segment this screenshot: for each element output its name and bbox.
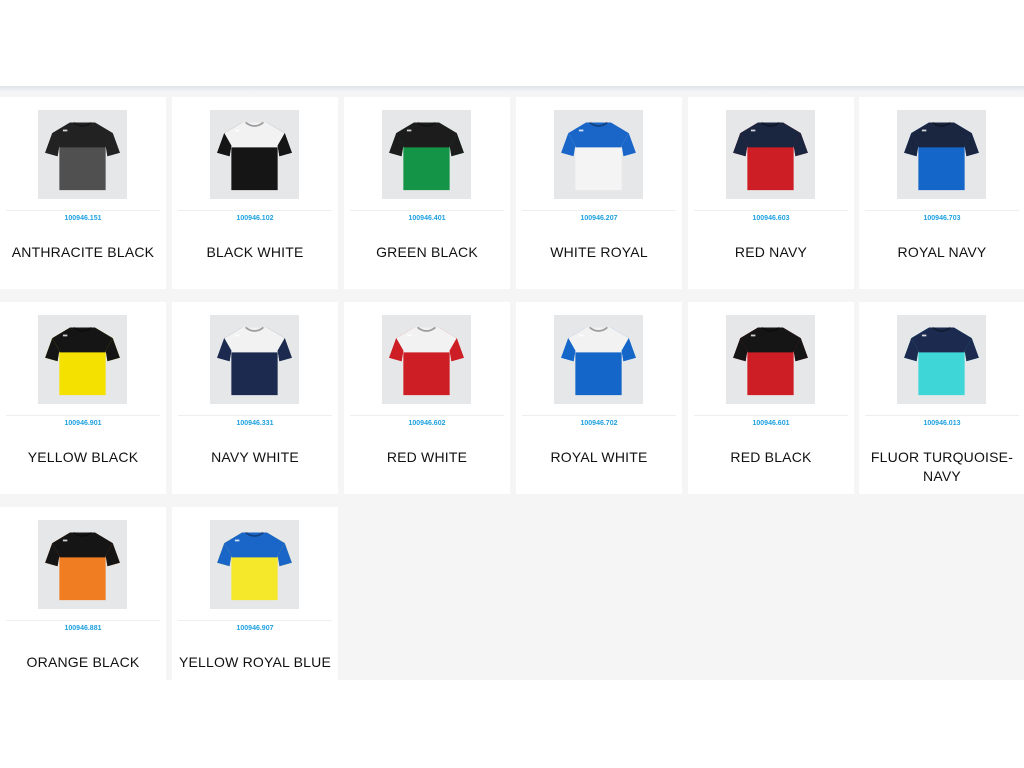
product-card[interactable]: 100946.401 GREEN BLACK (344, 97, 510, 289)
product-image[interactable] (554, 315, 643, 404)
product-color-name: BLACK WHITE (206, 244, 304, 260)
product-color-name: NAVY WHITE (211, 449, 299, 465)
product-code[interactable]: 100946.401 (344, 215, 510, 222)
product-code[interactable]: 100946.907 (172, 625, 338, 632)
product-code[interactable]: 100946.702 (516, 420, 682, 427)
page-footer (0, 680, 1024, 768)
product-code[interactable]: 100946.601 (688, 420, 854, 427)
product-image[interactable] (38, 110, 127, 199)
product-card[interactable]: 100946.207 WHITE ROYAL (516, 97, 682, 289)
card-divider (178, 620, 332, 621)
product-code[interactable]: 100946.602 (344, 420, 510, 427)
product-image[interactable] (382, 315, 471, 404)
product-code[interactable]: 100946.013 (859, 420, 1024, 427)
card-divider (350, 210, 504, 211)
product-color-name: RED BLACK (730, 449, 812, 465)
product-image[interactable] (726, 315, 815, 404)
product-card[interactable]: 100946.151 ANTHRACITE BLACK (0, 97, 166, 289)
product-card[interactable]: 100946.881 ORANGE BLACK (0, 507, 166, 687)
product-code[interactable]: 100946.703 (859, 215, 1024, 222)
product-image[interactable] (38, 315, 127, 404)
product-code[interactable]: 100946.603 (688, 215, 854, 222)
product-code[interactable]: 100946.881 (0, 625, 166, 632)
product-color-name: YELLOW ROYAL BLUE (178, 654, 331, 670)
product-image[interactable] (210, 520, 299, 609)
product-card[interactable]: 100946.603 RED NAVY (688, 97, 854, 289)
card-divider (522, 210, 676, 211)
product-color-name: RED NAVY (734, 244, 808, 260)
product-card[interactable]: 100946.702 ROYAL WHITE (516, 302, 682, 494)
product-color-name: YELLOW BLACK (27, 449, 139, 465)
product-color-name: ROYAL WHITE (550, 449, 648, 465)
product-image[interactable] (210, 315, 299, 404)
product-color-name: ORANGE BLACK (26, 654, 140, 670)
product-card[interactable]: 100946.703 ROYAL NAVY (859, 97, 1024, 289)
product-color-name: ROYAL NAVY (897, 244, 987, 260)
card-divider (350, 415, 504, 416)
card-divider (6, 210, 160, 211)
product-image[interactable] (554, 110, 643, 199)
product-code[interactable]: 100946.102 (172, 215, 338, 222)
card-divider (6, 620, 160, 621)
product-image[interactable] (210, 110, 299, 199)
product-card[interactable]: 100946.907 YELLOW ROYAL BLUE (172, 507, 338, 687)
product-image[interactable] (726, 110, 815, 199)
product-card[interactable]: 100946.602 RED WHITE (344, 302, 510, 494)
card-divider (694, 210, 848, 211)
product-image[interactable] (897, 315, 986, 404)
product-code[interactable]: 100946.151 (0, 215, 166, 222)
product-image[interactable] (382, 110, 471, 199)
card-divider (865, 415, 1019, 416)
product-card[interactable]: 100946.013 FLUOR TURQUOISE-NAVY (859, 302, 1024, 494)
product-color-name: WHITE ROYAL (550, 244, 648, 260)
card-divider (178, 415, 332, 416)
page-header (0, 0, 1024, 86)
product-code[interactable]: 100946.207 (516, 215, 682, 222)
product-color-name: ANTHRACITE BLACK (11, 244, 155, 260)
product-card[interactable]: 100946.601 RED BLACK (688, 302, 854, 494)
card-divider (6, 415, 160, 416)
card-divider (865, 210, 1019, 211)
product-image[interactable] (897, 110, 986, 199)
product-card[interactable]: 100946.901 YELLOW BLACK (0, 302, 166, 494)
card-divider (522, 415, 676, 416)
product-color-name: FLUOR TURQUOISE-NAVY (870, 449, 1014, 484)
product-code[interactable]: 100946.331 (172, 420, 338, 427)
product-card[interactable]: 100946.331 NAVY WHITE (172, 302, 338, 494)
product-image[interactable] (38, 520, 127, 609)
product-card[interactable]: 100946.102 BLACK WHITE (172, 97, 338, 289)
product-color-name: RED WHITE (386, 449, 468, 465)
product-code[interactable]: 100946.901 (0, 420, 166, 427)
card-divider (178, 210, 332, 211)
card-divider (694, 415, 848, 416)
product-color-name: GREEN BLACK (376, 244, 478, 260)
